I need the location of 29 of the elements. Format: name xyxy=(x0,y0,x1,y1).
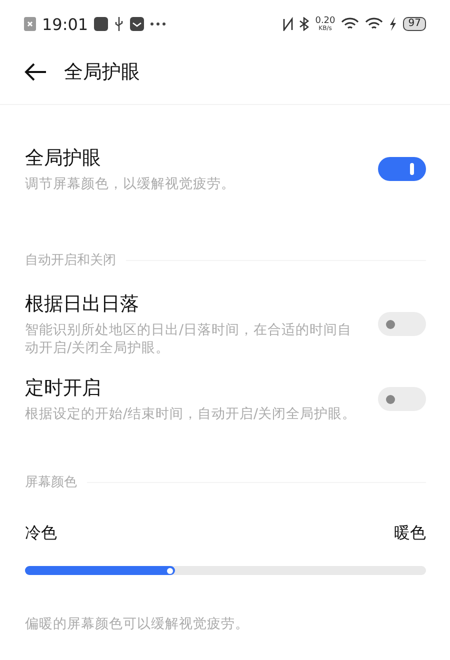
hint-text: 偏暖的屏幕颜色可以缓解视觉疲劳。 xyxy=(24,615,250,633)
setting-title: 全局护眼 xyxy=(25,146,102,171)
color-slider[interactable] xyxy=(25,566,426,575)
slider-min-label: 冷色 xyxy=(25,523,57,544)
bluetooth-icon xyxy=(299,17,310,31)
setting-title: 根据日出日落 xyxy=(25,292,140,317)
back-icon[interactable] xyxy=(24,63,46,81)
setting-title: 定时开启 xyxy=(25,376,102,401)
setting-description: 智能识别所处地区的日出/日落时间，在合适的时间自动开启/关闭全局护眼。 xyxy=(25,321,353,357)
wifi-icon xyxy=(341,17,360,31)
status-time: 19:01 xyxy=(42,14,88,34)
notification-icon xyxy=(24,17,36,31)
wifi-icon xyxy=(365,17,384,31)
section-title: 自动开启和关闭 xyxy=(25,252,116,269)
page-title: 全局护眼 xyxy=(64,60,140,85)
toggle-switch[interactable] xyxy=(378,387,426,411)
more-icon xyxy=(150,22,166,26)
mail-icon xyxy=(130,17,144,31)
slider-max-label: 暖色 xyxy=(394,523,426,544)
toggle-switch[interactable] xyxy=(378,312,426,336)
charging-icon xyxy=(389,17,398,31)
battery-level: 97 xyxy=(403,17,426,31)
nfc-icon xyxy=(283,17,294,31)
setting-description: 调节屏幕颜色，以缓解视觉疲劳。 xyxy=(25,175,236,193)
toggle-switch[interactable] xyxy=(378,157,426,181)
usb-icon xyxy=(114,17,124,31)
section-title: 屏幕颜色 xyxy=(25,474,77,491)
network-speed: 0.20 xyxy=(315,16,336,26)
setting-description: 根据设定的开始/结束时间，自动开启/关闭全局护眼。 xyxy=(25,405,358,423)
